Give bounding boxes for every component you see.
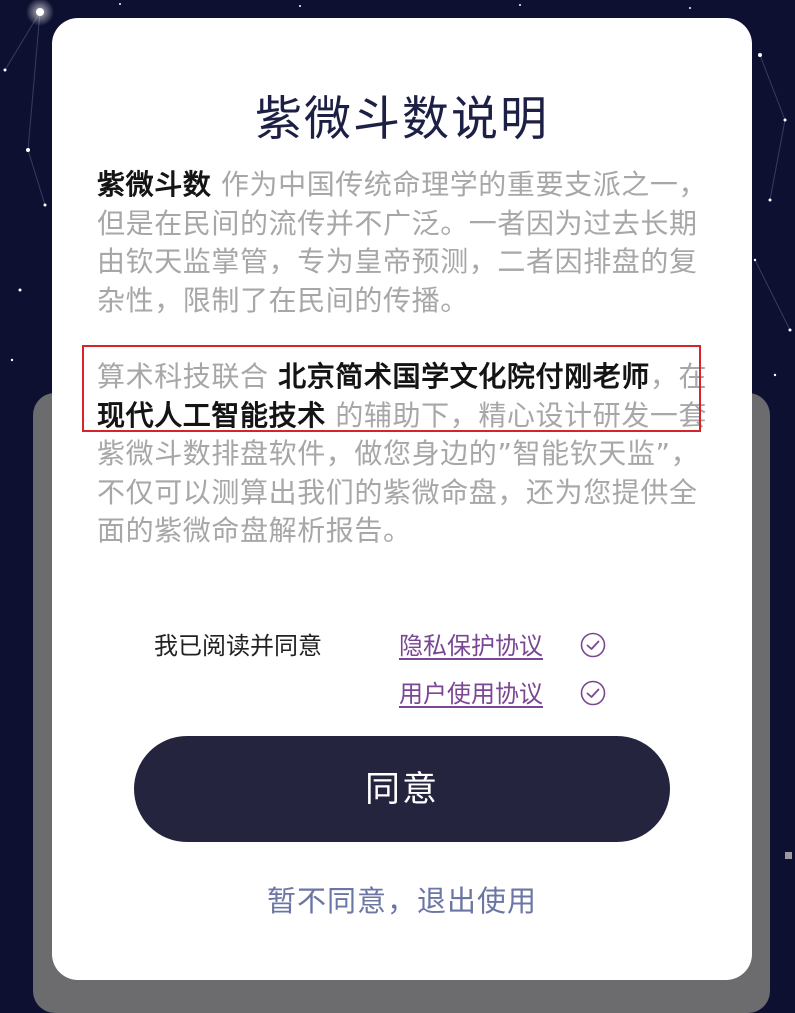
privacy-policy-link[interactable]: 隐私保护协议 <box>399 630 543 662</box>
user-agreement-link[interactable]: 用户使用协议 <box>399 678 543 710</box>
highlight-annotation-box <box>82 345 701 432</box>
dialog-title: 紫微斗数说明 <box>255 92 549 147</box>
agreement-label: 我已阅读并同意 <box>154 632 322 660</box>
check-circle-icon[interactable] <box>580 680 606 706</box>
intro-paragraph: 紫微斗数 作为中国传统命理学的重要支派之一，但是在民间的流传并不广泛。一者因为过… <box>97 166 709 320</box>
agree-button[interactable]: 同意 <box>134 736 670 842</box>
disclaimer-dialog: 紫微斗数说明 紫微斗数 作为中国传统命理学的重要支派之一，但是在民间的流传并不广… <box>52 18 752 980</box>
check-circle-icon[interactable] <box>580 632 606 658</box>
intro-bold-lead: 紫微斗数 <box>97 168 212 201</box>
scroll-indicator <box>785 852 792 859</box>
decline-exit-link[interactable]: 暂不同意，退出使用 <box>52 882 752 920</box>
